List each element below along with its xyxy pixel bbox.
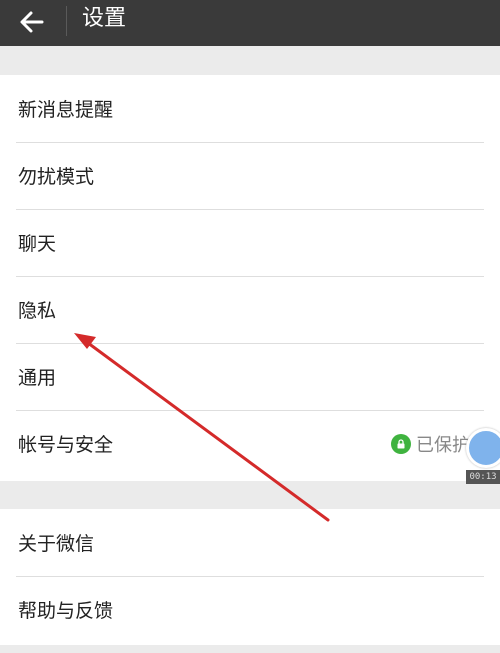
settings-item-label: 聊天 <box>18 233 57 255</box>
settings-item-about[interactable]: 关于微信 <box>0 509 500 576</box>
settings-item-chat[interactable]: 聊天 <box>0 209 500 276</box>
settings-item-new-message[interactable]: 新消息提醒 <box>0 75 500 142</box>
settings-item-label: 勿扰模式 <box>18 166 95 188</box>
settings-group-secondary: 关于微信 帮助与反馈 <box>0 509 500 645</box>
settings-item-label: 帮助与反馈 <box>18 600 114 622</box>
settings-item-label: 帐号与安全 <box>18 434 114 456</box>
settings-item-label: 关于微信 <box>18 533 95 555</box>
settings-item-label: 通用 <box>18 367 57 389</box>
settings-item-privacy[interactable]: 隐私 <box>0 276 500 343</box>
settings-item-account-security[interactable]: 帐号与安全 已保护 <box>0 410 500 477</box>
settings-item-label: 新消息提醒 <box>18 99 114 121</box>
settings-item-general[interactable]: 通用 <box>0 343 500 410</box>
account-protected-status: 已保护 <box>391 431 470 457</box>
back-arrow-icon <box>20 11 44 33</box>
settings-group-main: 新消息提醒 勿扰模式 聊天 隐私 通用 帐号与安全 已保护 <box>0 75 500 481</box>
title-bar: 设置 <box>0 0 500 46</box>
settings-item-label: 隐私 <box>18 300 57 322</box>
settings-item-help-feedback[interactable]: 帮助与反馈 <box>0 576 500 643</box>
settings-item-dnd[interactable]: 勿扰模式 <box>0 142 500 209</box>
back-button[interactable] <box>14 4 50 40</box>
screen-record-bubble[interactable] <box>466 428 500 468</box>
title-divider <box>66 6 67 36</box>
page-title: 设置 <box>82 6 127 31</box>
record-timer: 00:13 <box>466 470 500 484</box>
lock-icon <box>391 433 411 454</box>
status-text: 已保护 <box>416 434 470 456</box>
